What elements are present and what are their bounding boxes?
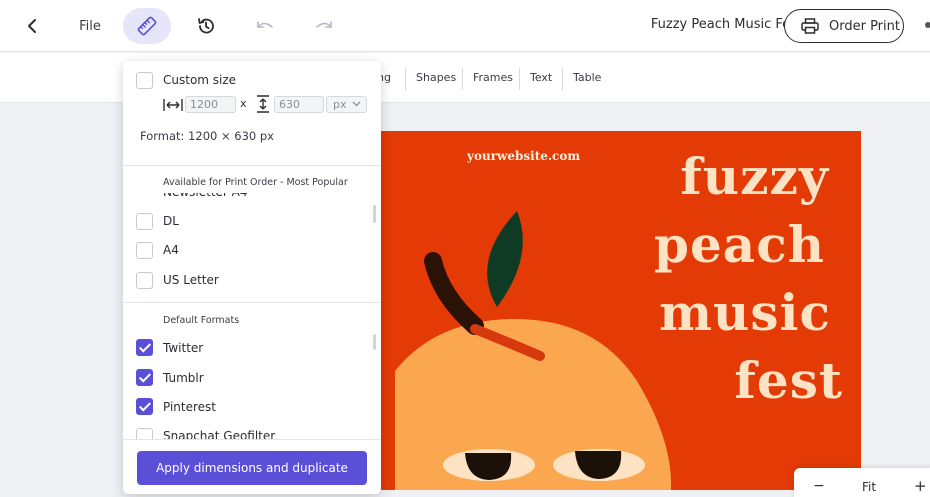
title-line: peach — [654, 215, 825, 274]
checkbox-dl[interactable] — [136, 213, 153, 230]
panel-divider — [123, 165, 381, 166]
checkbox-twitter[interactable] — [136, 339, 153, 356]
resize-button[interactable] — [123, 8, 171, 44]
order-print-button[interactable]: Order Print — [784, 9, 904, 43]
tool-shapes[interactable]: Shapes — [416, 71, 456, 84]
format-label-pinterest[interactable]: Pinterest — [163, 400, 216, 414]
checkbox-pinterest[interactable] — [136, 398, 153, 415]
default-list-scrollbar[interactable] — [373, 334, 376, 350]
format-label-a4[interactable]: A4 — [163, 243, 179, 257]
top-bar: File Fuzzy Peach Music Fest Order Print — [0, 0, 930, 52]
dimension-separator: x — [240, 97, 247, 110]
document-title[interactable]: Fuzzy Peach Music Fest — [600, 17, 802, 32]
more-icon[interactable] — [925, 22, 930, 28]
toolbar-divider — [519, 68, 520, 90]
tool-table[interactable]: Table — [573, 71, 601, 84]
width-input[interactable]: 1200 — [185, 96, 236, 113]
design-canvas[interactable]: yourwebsite.com fuzzy peach music fest — [375, 131, 861, 490]
chevron-left-icon — [28, 19, 36, 33]
format-label-twitter[interactable]: Twitter — [163, 341, 203, 355]
height-input[interactable]: 630 — [274, 96, 324, 113]
tool-frames[interactable]: Frames — [473, 71, 513, 84]
history-icon — [198, 18, 214, 34]
back-button[interactable] — [18, 8, 46, 44]
format-label-dl[interactable]: DL — [163, 214, 179, 228]
history-button[interactable] — [190, 8, 222, 44]
custom-size-checkbox[interactable] — [136, 72, 153, 89]
default-section-heading: Default Formats — [163, 315, 240, 326]
redo-button[interactable] — [309, 8, 339, 44]
redo-icon — [316, 21, 332, 28]
zoom-control: − Fit + — [794, 468, 930, 497]
toolbar-divider — [462, 68, 463, 90]
title-line: fest — [734, 351, 843, 410]
undo-icon — [257, 21, 273, 28]
order-print-label: Order Print — [829, 18, 900, 34]
website-text[interactable]: yourwebsite.com — [467, 149, 580, 163]
checkbox-us-letter[interactable] — [136, 272, 153, 289]
title-line: music — [659, 283, 831, 342]
format-text: Format: 1200 × 630 px — [140, 129, 274, 143]
tool-text[interactable]: Text — [530, 71, 552, 84]
toolbar-divider — [405, 68, 406, 90]
chevron-down-icon — [352, 101, 361, 107]
unit-select[interactable]: px — [326, 96, 367, 113]
format-label-us-letter[interactable]: US Letter — [163, 273, 219, 287]
undo-button[interactable] — [250, 8, 280, 44]
print-list-scrollbar[interactable] — [373, 205, 376, 223]
checkbox-a4[interactable] — [136, 242, 153, 259]
apply-dimensions-button[interactable]: Apply dimensions and duplicate — [137, 451, 367, 485]
checkbox-tumblr[interactable] — [136, 369, 153, 386]
width-icon — [163, 99, 183, 111]
height-icon — [257, 95, 269, 113]
toolbar-divider — [562, 68, 563, 90]
zoom-level[interactable]: Fit — [862, 480, 876, 494]
unit-value: px — [333, 98, 347, 111]
resize-panel: Custom size 1200 x 630 px Format: 1200 ×… — [123, 61, 381, 494]
print-section-heading: Available for Print Order - Most Popular — [163, 177, 348, 188]
zoom-in-button[interactable]: + — [914, 477, 927, 495]
ruler-icon — [137, 16, 157, 36]
title-line: fuzzy — [680, 147, 829, 206]
printer-icon — [801, 18, 819, 34]
zoom-out-button[interactable]: − — [813, 478, 825, 494]
custom-size-label: Custom size — [163, 73, 237, 87]
format-label-tumblr[interactable]: Tumblr — [163, 371, 204, 385]
file-menu[interactable]: File — [70, 8, 110, 44]
panel-divider — [123, 302, 381, 303]
poster-title[interactable]: fuzzy peach music fest — [611, 143, 851, 415]
